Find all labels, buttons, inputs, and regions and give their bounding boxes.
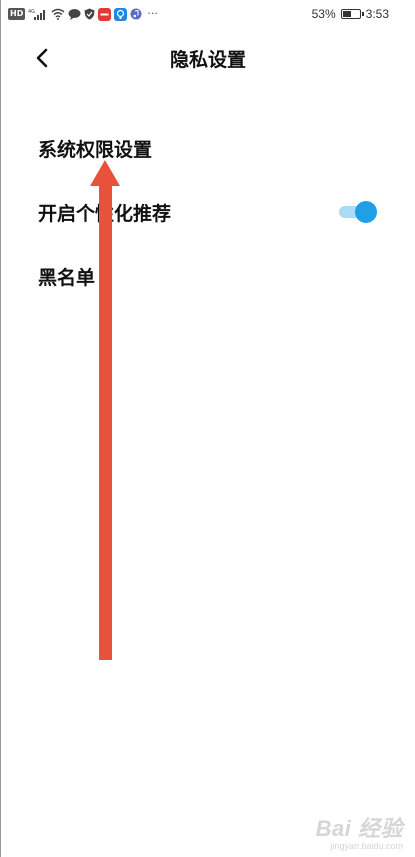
status-icons-right: 53% 3:53 <box>312 6 389 22</box>
setting-personalized-recommendation[interactable]: 开启个性化推荐 <box>0 180 415 244</box>
app-notification-icon-red <box>98 7 112 21</box>
personalized-recommendation-toggle[interactable] <box>339 201 377 223</box>
setting-blacklist[interactable]: 黑名单 <box>0 244 415 308</box>
wifi-icon <box>51 8 65 20</box>
page-title: 隐私设置 <box>169 49 246 71</box>
battery-percent: 53% <box>311 7 336 21</box>
more-notifications-icon: ··· <box>147 7 158 20</box>
toggle-knob <box>355 201 377 223</box>
status-icons-left: HD 4G ··· <box>8 6 158 22</box>
setting-system-permissions[interactable]: 系统权限设置 <box>0 116 415 180</box>
page-header: 隐私设置 <box>0 38 415 82</box>
hd-badge: HD <box>8 8 26 20</box>
battery-icon <box>340 9 364 19</box>
app-notification-icon-blue <box>114 7 128 21</box>
shield-icon <box>84 8 95 20</box>
music-icon <box>130 8 142 20</box>
status-bar: HD 4G ··· 53% 3:53 <box>0 0 415 28</box>
setting-label: 黑名单 <box>38 266 96 289</box>
svg-text:4G: 4G <box>28 9 35 15</box>
message-icon <box>68 8 81 20</box>
setting-label: 系统权限设置 <box>38 138 153 161</box>
cellular-signal-icon: 4G <box>28 8 48 20</box>
watermark-logo: Bai 经验 jingyan.baidu.com <box>316 811 403 851</box>
watermark-text: Bai 经验 <box>315 816 403 841</box>
setting-label: 开启个性化推荐 <box>38 202 172 225</box>
status-time: 3:53 <box>365 7 389 21</box>
settings-list: 系统权限设置 开启个性化推荐 黑名单 <box>0 116 415 308</box>
